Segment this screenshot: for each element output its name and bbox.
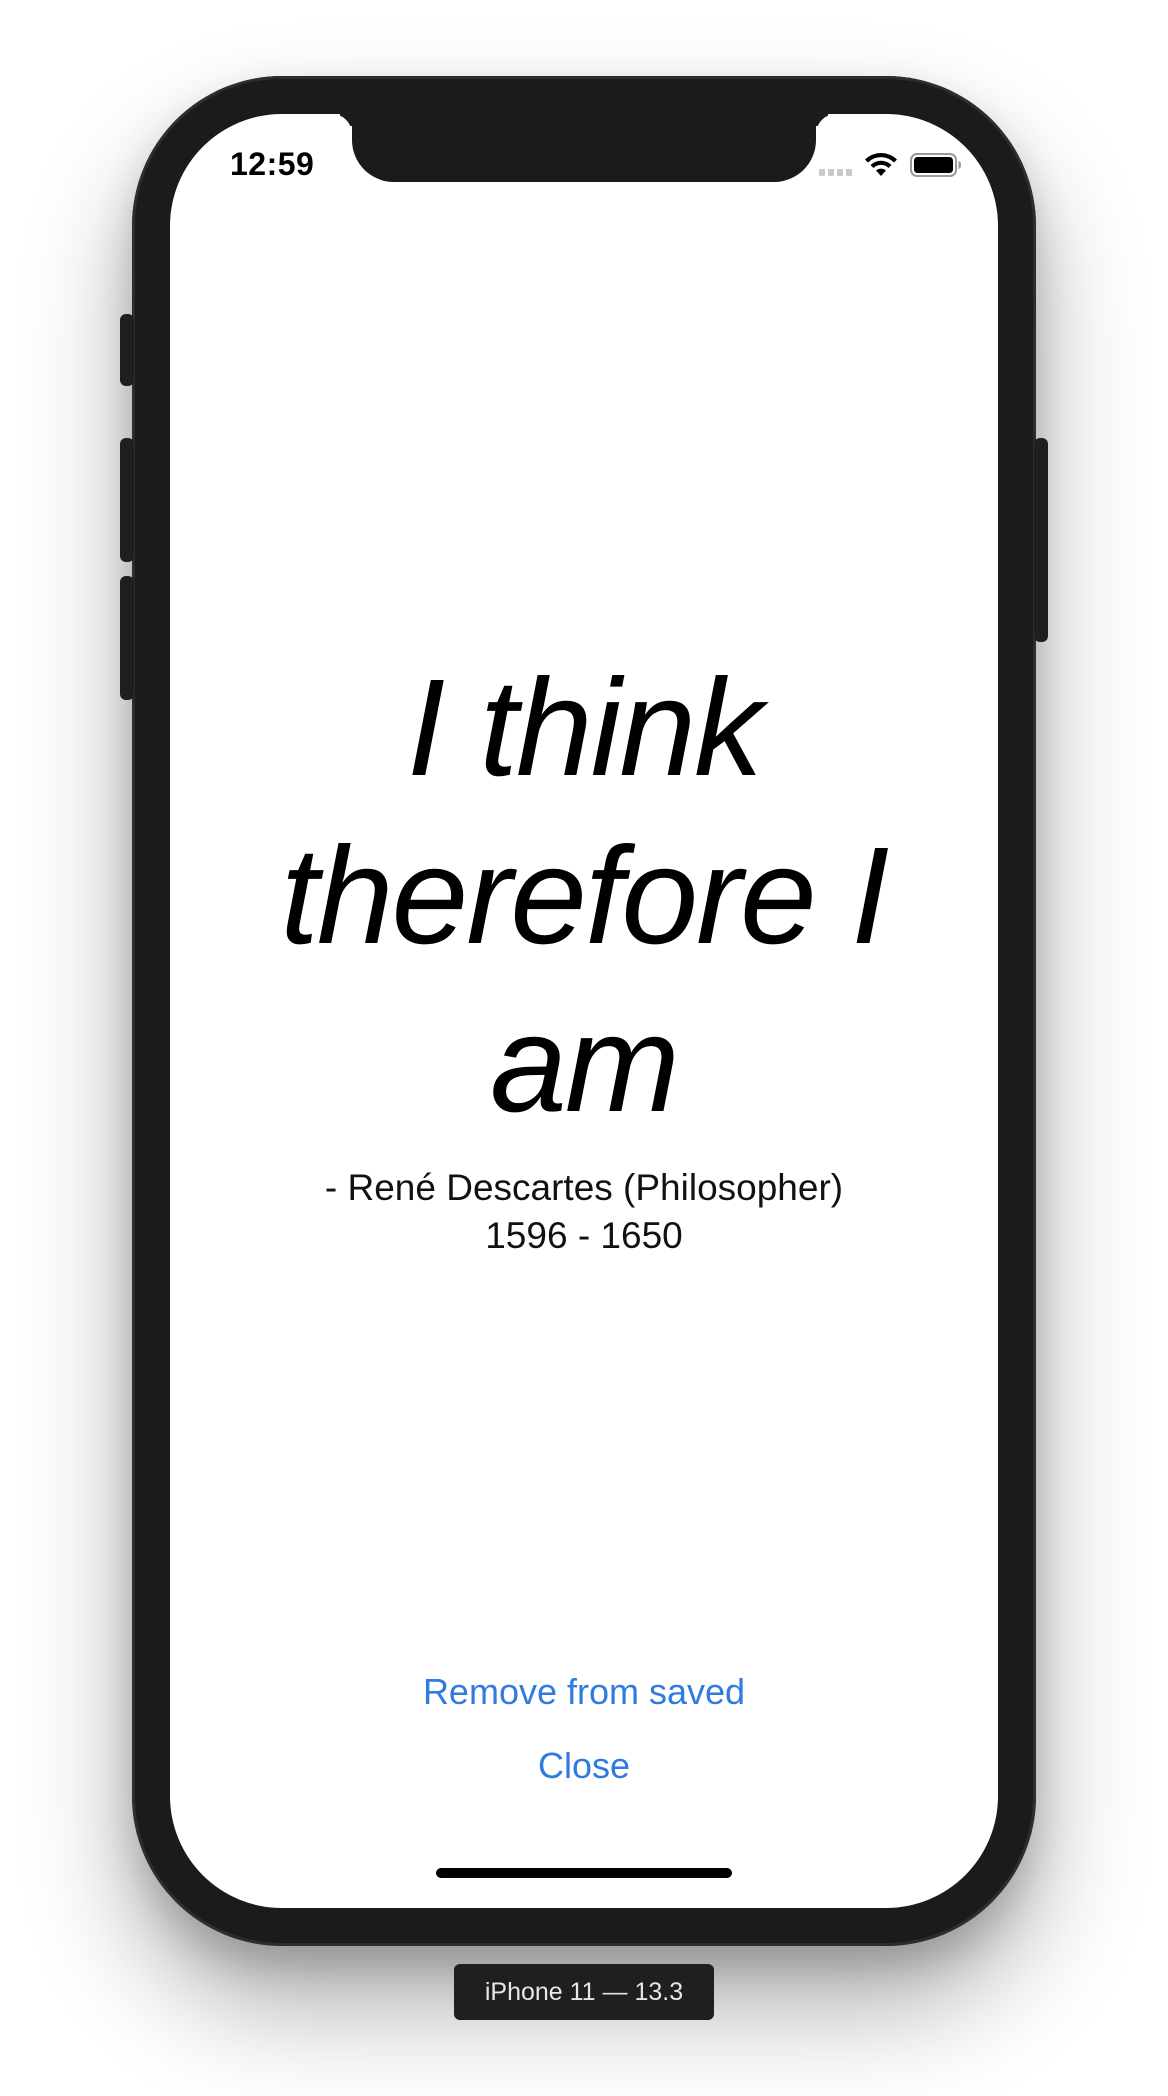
quote-author: - René Descartes (Philosopher) bbox=[324, 1167, 844, 1208]
home-indicator[interactable] bbox=[436, 1868, 732, 1878]
silent-switch bbox=[120, 314, 134, 386]
simulator-device-label: iPhone 11 — 13.3 bbox=[454, 1964, 714, 2020]
power-button bbox=[1034, 438, 1048, 642]
device-screen: 12:59 I think therefore I am - René Desc… bbox=[170, 114, 998, 1908]
quote-text: I think therefore I am bbox=[280, 651, 889, 1141]
volume-up-button bbox=[120, 438, 134, 562]
volume-down-button bbox=[120, 576, 134, 700]
cellular-signal-icon bbox=[819, 154, 852, 176]
close-button[interactable]: Close bbox=[538, 1744, 630, 1788]
status-time: 12:59 bbox=[230, 146, 315, 182]
status-icons bbox=[819, 150, 962, 180]
battery-icon bbox=[910, 152, 962, 178]
wifi-icon bbox=[864, 152, 898, 178]
quote-block: I think therefore I am - René Descartes … bbox=[170, 644, 998, 1260]
actions: Remove from saved Close bbox=[170, 1670, 998, 1788]
quote-years: 1596 - 1650 bbox=[485, 1215, 683, 1256]
notch bbox=[352, 114, 816, 182]
remove-from-saved-button[interactable]: Remove from saved bbox=[423, 1670, 745, 1714]
